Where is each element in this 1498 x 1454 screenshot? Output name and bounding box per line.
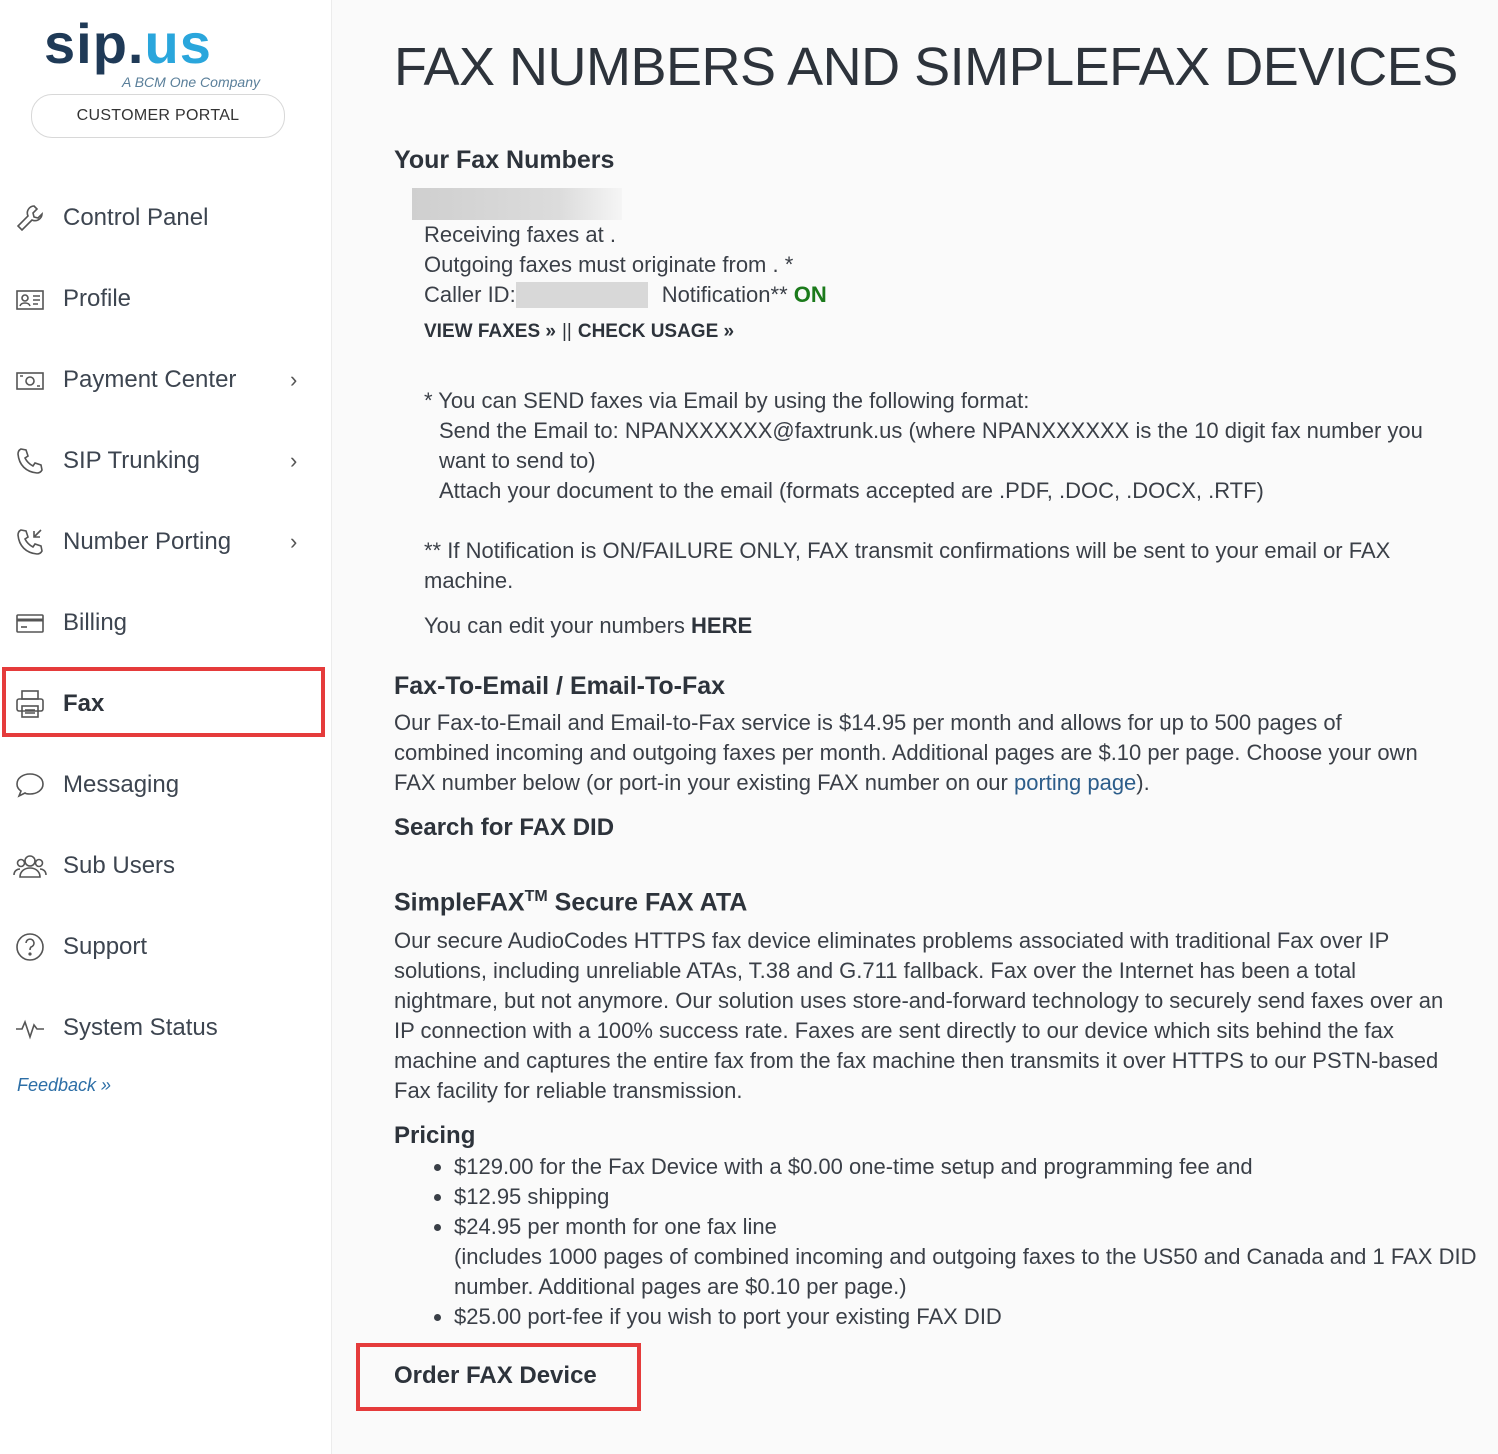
notification-status[interactable]: ON xyxy=(794,282,827,307)
simplefax-heading-prefix: SimpleFAX xyxy=(394,888,525,917)
search-fax-did-link[interactable]: Search for FAX DID xyxy=(394,814,614,842)
customer-portal-badge[interactable]: CUSTOMER PORTAL xyxy=(31,94,285,138)
links-separator: || xyxy=(561,321,572,342)
notification-label: Notification** xyxy=(661,282,788,307)
note-send-email-line: Send the Email to: NPANXXXXXX@faxtrunk.u… xyxy=(439,418,1423,473)
users-icon xyxy=(12,848,48,884)
pricing-item-text: $24.95 per month for one fax line xyxy=(454,1214,777,1239)
simplefax-heading-suffix: Secure FAX ATA xyxy=(547,888,748,917)
edit-numbers-row: You can edit your numbers HERE xyxy=(424,611,752,641)
nav-item-number-porting[interactable]: Number Porting › xyxy=(0,512,331,572)
nav-label: Profile xyxy=(63,285,132,312)
nav-item-control-panel[interactable]: Control Panel xyxy=(0,188,331,248)
note-intro: * You can SEND faxes via Email by using … xyxy=(424,388,1030,413)
pricing-item: $12.95 shipping xyxy=(454,1182,1498,1212)
simplefax-heading: SimpleFAXTM Secure FAX ATA xyxy=(394,888,747,917)
nav-label: Control Panel xyxy=(63,204,209,231)
trademark-mark: TM xyxy=(524,888,548,905)
porting-page-link[interactable]: porting page xyxy=(1014,770,1136,795)
pricing-item-subtext: (includes 1000 pages of combined incomin… xyxy=(454,1244,1477,1299)
nav-item-messaging[interactable]: Messaging xyxy=(0,755,331,815)
redacted-fax-number xyxy=(412,188,622,220)
fax-to-email-heading: Fax-To-Email / Email-To-Fax xyxy=(394,672,726,700)
chevron-right-icon: › xyxy=(290,448,298,473)
pulse-icon xyxy=(12,1010,48,1046)
chat-bubble-icon xyxy=(12,767,48,803)
pricing-item: $129.00 for the Fax Device with a $0.00 … xyxy=(454,1152,1498,1182)
sipus-logo[interactable]: sip.us A BCM One Company xyxy=(44,14,284,94)
fax-links-row: VIEW FAXES » || CHECK USAGE » xyxy=(424,321,734,343)
outgoing-text: Outgoing faxes must originate from . * xyxy=(424,252,794,277)
fax-to-email-description: Our Fax-to-Email and Email-to-Fax servic… xyxy=(394,708,1434,798)
logo-tagline: A BCM One Company xyxy=(122,74,260,90)
nav-item-support[interactable]: Support xyxy=(0,917,331,977)
order-fax-device-link[interactable]: Order FAX Device xyxy=(394,1362,597,1390)
chevron-right-icon: › xyxy=(290,367,298,392)
view-faxes-link[interactable]: VIEW FAXES » xyxy=(424,321,556,342)
nav-label: System Status xyxy=(63,1014,218,1041)
nav-label: SIP Trunking xyxy=(63,447,200,474)
pricing-heading: Pricing xyxy=(394,1122,476,1149)
redacted-caller-id xyxy=(515,282,648,308)
logo-brand-main: sip xyxy=(44,12,128,75)
notification-note: ** If Notification is ON/FAILURE ONLY, F… xyxy=(424,538,1391,593)
logo-brand-accent: us xyxy=(144,12,212,75)
phone-incoming-icon xyxy=(12,524,48,560)
send-via-email-note: * You can SEND faxes via Email by using … xyxy=(424,386,1454,506)
edit-numbers-here-link[interactable]: HERE xyxy=(691,613,752,638)
edit-numbers-text: You can edit your numbers xyxy=(424,613,685,638)
receiving-text: Receiving faxes at . xyxy=(424,222,616,247)
nav-item-billing[interactable]: Billing xyxy=(0,593,331,653)
simplefax-description: Our secure AudioCodes HTTPS fax device e… xyxy=(394,928,1444,1103)
money-icon xyxy=(12,362,48,398)
pricing-list: $129.00 for the Fax Device with a $0.00 … xyxy=(394,1152,1498,1332)
pricing-item: $24.95 per month for one fax line (inclu… xyxy=(454,1212,1498,1302)
nav-item-profile[interactable]: Profile xyxy=(0,269,331,329)
chevron-right-icon: › xyxy=(290,529,298,554)
check-usage-link[interactable]: CHECK USAGE » xyxy=(578,321,734,342)
phone-icon xyxy=(12,443,48,479)
page-title: FAX NUMBERS AND SIMPLEFAX DEVICES xyxy=(394,37,1458,97)
main-content: FAX NUMBERS AND SIMPLEFAX DEVICES Your F… xyxy=(331,0,1498,1454)
nav-label: Messaging xyxy=(63,771,180,798)
your-fax-numbers-heading: Your Fax Numbers xyxy=(394,146,615,174)
nav-item-sub-users[interactable]: Sub Users xyxy=(0,836,331,896)
nav-label: Billing xyxy=(63,609,128,636)
caller-id-row: Caller ID: Notification** ON xyxy=(424,280,827,310)
wrench-icon xyxy=(12,200,48,236)
feedback-link[interactable]: Feedback » xyxy=(17,1075,111,1096)
note-attach-line: Attach your document to the email (forma… xyxy=(439,478,1264,503)
credit-card-icon xyxy=(12,605,48,641)
pricing-item: $25.00 port-fee if you wish to port your… xyxy=(454,1302,1498,1332)
nav-item-system-status[interactable]: System Status xyxy=(0,998,331,1058)
nav-label: Number Porting xyxy=(63,528,232,555)
nav-item-payment-center[interactable]: Payment Center › xyxy=(0,350,331,410)
nav-label: Support xyxy=(63,933,148,960)
sidebar: sip.us A BCM One Company CUSTOMER PORTAL… xyxy=(0,0,332,1454)
id-card-icon xyxy=(12,281,48,317)
fax-to-email-body: Our Fax-to-Email and Email-to-Fax servic… xyxy=(394,710,1418,795)
caller-id-label: Caller ID: xyxy=(424,282,516,307)
fax-to-email-body-end: ). xyxy=(1136,770,1150,795)
nav-label: Sub Users xyxy=(63,852,176,879)
fax-highlight-box xyxy=(2,667,325,737)
help-circle-icon xyxy=(12,929,48,965)
nav-label: Payment Center xyxy=(63,366,237,393)
nav-item-sip-trunking[interactable]: SIP Trunking › xyxy=(0,431,331,491)
